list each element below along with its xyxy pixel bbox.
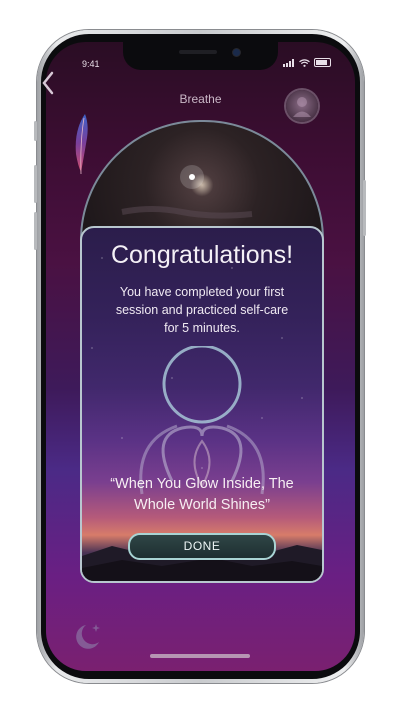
avatar[interactable] bbox=[286, 90, 318, 122]
status-icons bbox=[283, 58, 331, 67]
side-button-power bbox=[363, 180, 366, 236]
signal-icon bbox=[283, 58, 295, 67]
speaker bbox=[179, 50, 217, 54]
battery-icon bbox=[314, 58, 331, 67]
side-button-volume-up bbox=[34, 165, 37, 203]
feather-icon bbox=[75, 114, 88, 175]
message-line: for 5 minutes. bbox=[164, 321, 240, 335]
wifi-icon bbox=[299, 58, 310, 67]
notch bbox=[123, 42, 278, 70]
message-line: session and practiced self-care bbox=[115, 303, 289, 317]
done-button[interactable]: DONE bbox=[128, 533, 276, 560]
moon-stars-icon[interactable] bbox=[70, 620, 104, 652]
side-button-mute bbox=[34, 121, 37, 141]
front-camera bbox=[233, 49, 240, 56]
avatar-icon bbox=[293, 97, 311, 117]
congratulations-dialog: Congratulations! You have completed your… bbox=[80, 226, 324, 583]
quote-line: “When You Glow Inside, The bbox=[110, 476, 294, 492]
home-indicator[interactable] bbox=[150, 654, 250, 658]
quote-line: Whole World Shines” bbox=[134, 497, 270, 513]
page-title: Breathe bbox=[179, 92, 222, 106]
status-time: 9:41 bbox=[82, 59, 100, 69]
dialog-title: Congratulations! bbox=[110, 241, 294, 269]
quote-text: “When You Glow Inside, The Whole World S… bbox=[92, 474, 312, 516]
side-button-volume-down bbox=[34, 212, 37, 250]
dialog-message: You have completed your first session an… bbox=[98, 283, 306, 337]
message-line: You have completed your first bbox=[119, 285, 285, 299]
